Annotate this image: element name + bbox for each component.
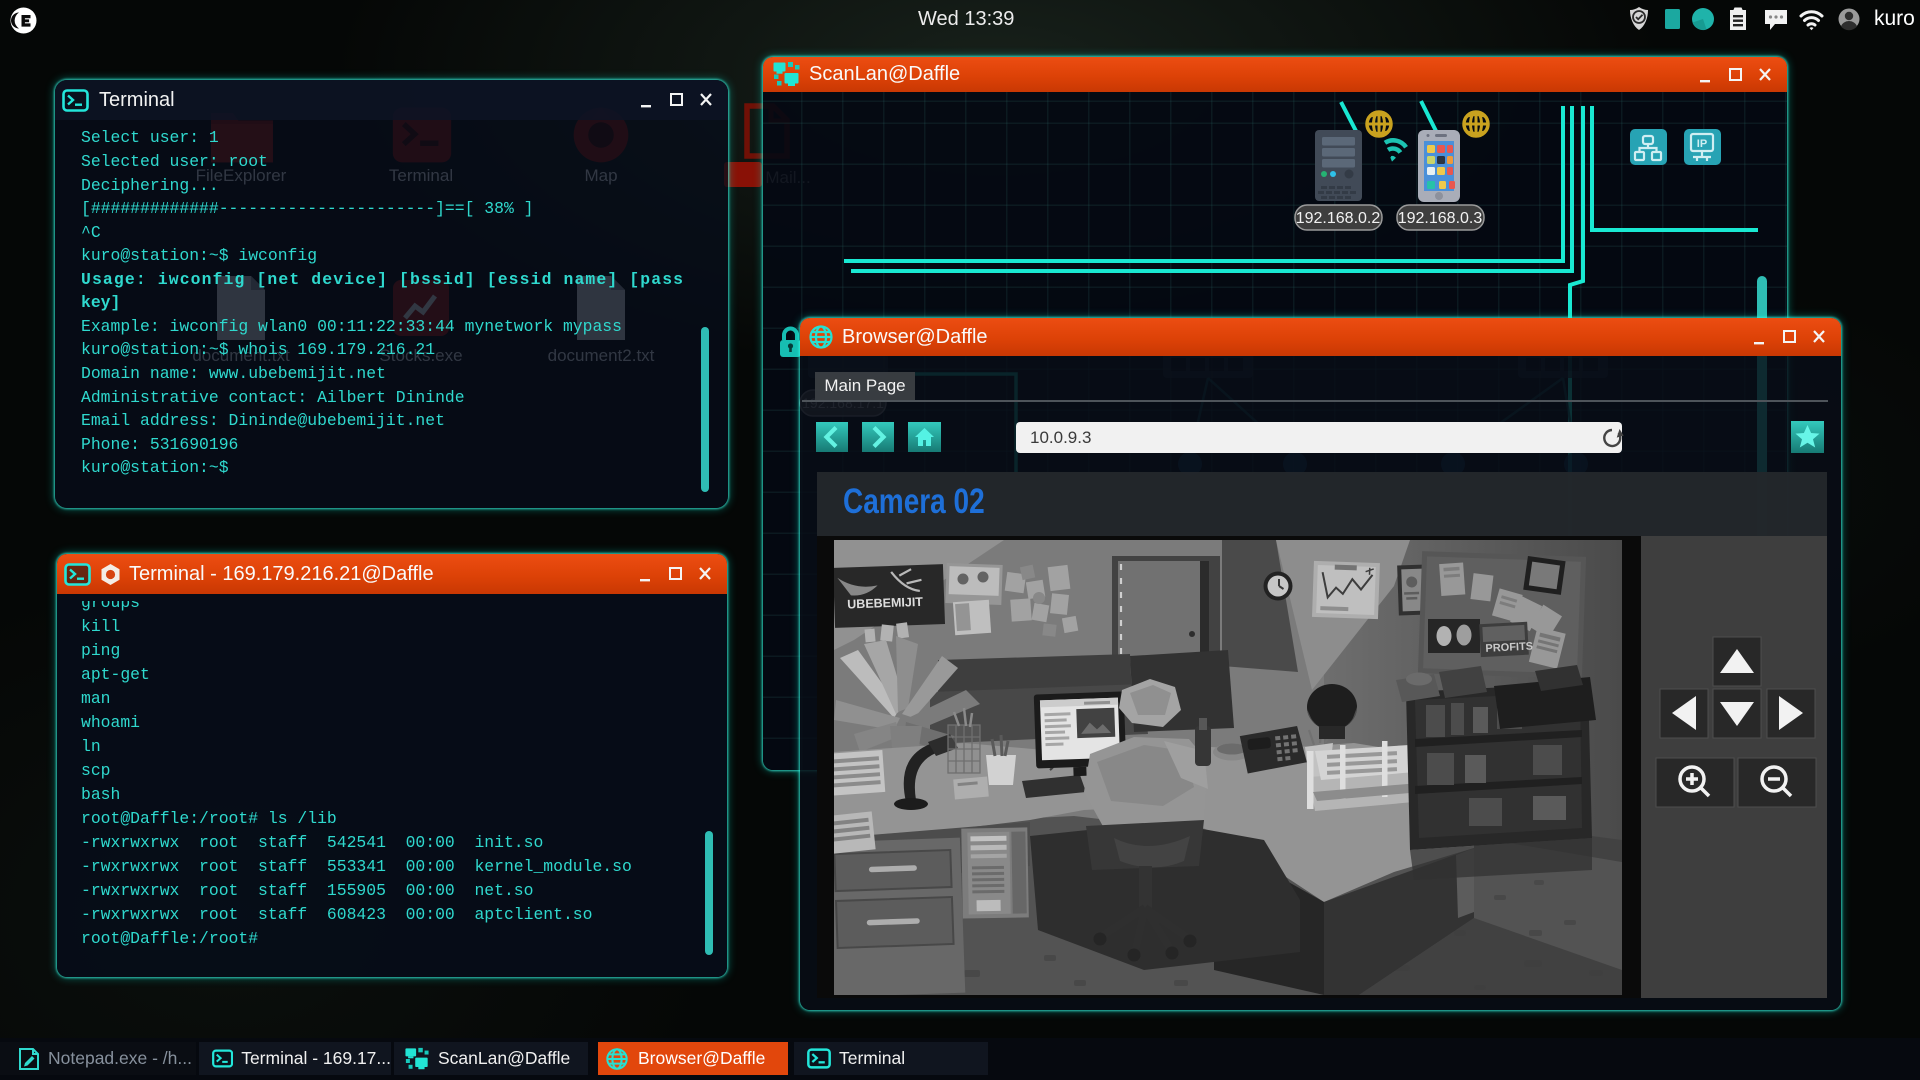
svg-text:10.0.9.3: 10.0.9.3 [1030,428,1091,447]
svg-text:192.168.0.2: 192.168.0.2 [1296,210,1381,227]
svg-text:IP: IP [1697,138,1707,150]
svg-text:UBEBEMIJIT: UBEBEMIJIT [847,595,924,612]
svg-text:PROFITS: PROFITS [1485,640,1533,654]
svg-text:192.168.0.3: 192.168.0.3 [1398,210,1483,227]
